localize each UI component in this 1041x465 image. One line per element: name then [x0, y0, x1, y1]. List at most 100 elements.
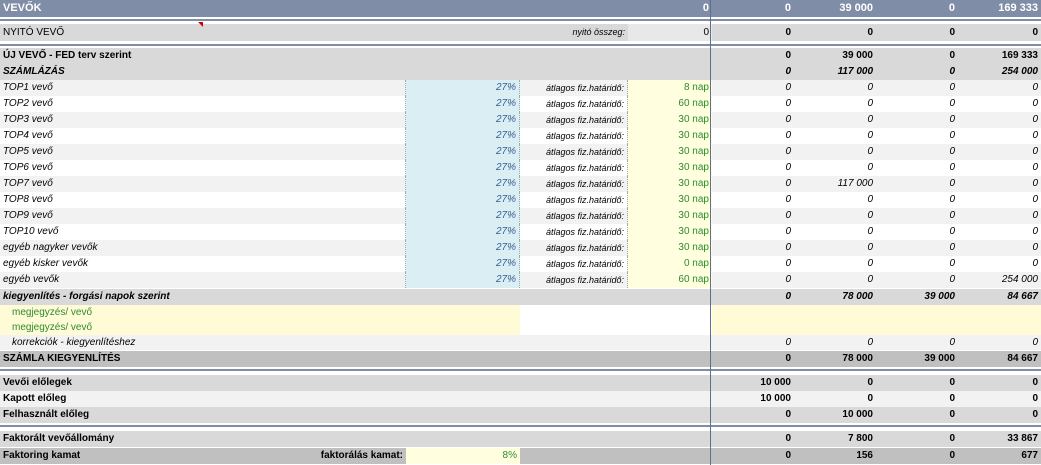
customer-pct-input[interactable]: 27% [406, 160, 520, 176]
customer-value[interactable]: 0 [712, 240, 794, 256]
szamlazas-value[interactable]: 0 [876, 64, 958, 80]
uj-vevo-value[interactable]: 0 [876, 48, 958, 64]
customer-pct-input[interactable]: 27% [406, 144, 520, 160]
customer-value[interactable]: 0 [794, 240, 876, 256]
header-value[interactable]: 0 [876, 0, 958, 17]
customer-value[interactable]: 0 [958, 240, 1041, 256]
customer-value[interactable]: 0 [712, 112, 794, 128]
kapott-eloleg-value[interactable]: 0 [876, 391, 958, 407]
customer-value[interactable]: 0 [794, 224, 876, 240]
term-input[interactable]: 60 nap [628, 96, 712, 112]
customer-value[interactable]: 0 [794, 112, 876, 128]
customer-pct-input[interactable]: 27% [406, 176, 520, 192]
customer-value[interactable]: 0 [876, 144, 958, 160]
customer-value[interactable]: 0 [712, 208, 794, 224]
customer-value[interactable]: 0 [712, 224, 794, 240]
note-fill[interactable] [712, 305, 1041, 320]
felhasznalt-value[interactable]: 0 [876, 407, 958, 423]
header-value[interactable]: 169 333 [958, 0, 1041, 17]
term-input[interactable]: 60 nap [628, 272, 712, 288]
customer-value[interactable]: 0 [958, 176, 1041, 192]
faktoralt-value[interactable]: 0 [712, 431, 794, 447]
szamla-kiegy-value[interactable]: 84 667 [958, 351, 1041, 367]
szamla-kiegy-value[interactable]: 0 [712, 351, 794, 367]
szamlazas-value[interactable]: 0 [712, 64, 794, 80]
nyito-value[interactable]: 0 [794, 24, 876, 41]
customer-value[interactable]: 0 [876, 192, 958, 208]
term-input[interactable]: 0 nap [628, 256, 712, 272]
customer-pct-input[interactable]: 27% [406, 224, 520, 240]
faktoralt-value[interactable]: 7 800 [794, 431, 876, 447]
korrekcio-value[interactable]: 0 [958, 335, 1041, 350]
customer-value[interactable]: 0 [958, 144, 1041, 160]
uj-vevo-value[interactable]: 169 333 [958, 48, 1041, 64]
szamla-kiegy-value[interactable]: 39 000 [876, 351, 958, 367]
customer-value[interactable]: 0 [876, 96, 958, 112]
vevoi-elolegek-value[interactable]: 0 [876, 375, 958, 391]
customer-value[interactable]: 0 [958, 96, 1041, 112]
customer-value[interactable]: 0 [958, 112, 1041, 128]
felhasznalt-value[interactable]: 0 [958, 407, 1041, 423]
nyito-value[interactable]: 0 [876, 24, 958, 41]
header-value[interactable]: 0 [712, 0, 794, 17]
customer-value[interactable]: 117 000 [794, 176, 876, 192]
header-value[interactable]: 39 000 [794, 0, 876, 17]
customer-value[interactable]: 0 [876, 208, 958, 224]
customer-value[interactable]: 0 [794, 96, 876, 112]
customer-value[interactable]: 0 [794, 208, 876, 224]
customer-pct-input[interactable]: 27% [406, 192, 520, 208]
nyito-input[interactable]: 0 [628, 24, 712, 41]
kapott-eloleg-value[interactable]: 10 000 [712, 391, 794, 407]
customer-pct-input[interactable]: 27% [406, 128, 520, 144]
customer-value[interactable]: 254 000 [958, 272, 1041, 288]
customer-pct-input[interactable]: 27% [406, 256, 520, 272]
felhasznalt-value[interactable]: 0 [712, 407, 794, 423]
kiegyenlites-value[interactable]: 84 667 [958, 289, 1041, 305]
customer-value[interactable]: 0 [712, 80, 794, 96]
customer-pct-input[interactable]: 27% [406, 240, 520, 256]
kiegyenlites-value[interactable]: 39 000 [876, 289, 958, 305]
kapott-eloleg-value[interactable]: 0 [794, 391, 876, 407]
customer-value[interactable]: 0 [876, 128, 958, 144]
customer-value[interactable]: 0 [958, 224, 1041, 240]
customer-value[interactable]: 0 [958, 128, 1041, 144]
customer-value[interactable]: 0 [712, 192, 794, 208]
customer-value[interactable]: 0 [712, 128, 794, 144]
szamlazas-value[interactable]: 117 000 [794, 64, 876, 80]
faktoring-rate-input[interactable]: 8% [406, 448, 520, 464]
kiegyenlites-value[interactable]: 0 [712, 289, 794, 305]
term-input[interactable]: 30 nap [628, 144, 712, 160]
customer-value[interactable]: 0 [794, 272, 876, 288]
customer-value[interactable]: 0 [794, 128, 876, 144]
customer-value[interactable]: 0 [712, 272, 794, 288]
customer-value[interactable]: 0 [712, 96, 794, 112]
nyito-value[interactable]: 0 [958, 24, 1041, 41]
kapott-eloleg-value[interactable]: 0 [958, 391, 1041, 407]
customer-value[interactable]: 0 [876, 112, 958, 128]
faktoring-value[interactable]: 0 [712, 448, 794, 464]
korrekcio-value[interactable]: 0 [794, 335, 876, 350]
customer-value[interactable]: 0 [712, 176, 794, 192]
customer-value[interactable]: 0 [958, 80, 1041, 96]
term-input[interactable]: 30 nap [628, 224, 712, 240]
customer-value[interactable]: 0 [794, 256, 876, 272]
szamlazas-value[interactable]: 254 000 [958, 64, 1041, 80]
nyito-value[interactable]: 0 [712, 24, 794, 41]
customer-value[interactable]: 0 [876, 240, 958, 256]
note-text[interactable]: megjegyzés/ vevő [0, 305, 520, 320]
customer-pct-input[interactable]: 27% [406, 80, 520, 96]
customer-pct-input[interactable]: 27% [406, 208, 520, 224]
customer-value[interactable]: 0 [876, 256, 958, 272]
faktoring-value[interactable]: 156 [794, 448, 876, 464]
faktoralt-value[interactable]: 0 [876, 431, 958, 447]
term-input[interactable]: 30 nap [628, 240, 712, 256]
customer-value[interactable]: 0 [794, 144, 876, 160]
customer-value[interactable]: 0 [794, 80, 876, 96]
customer-value[interactable]: 0 [712, 160, 794, 176]
customer-value[interactable]: 0 [958, 160, 1041, 176]
customer-value[interactable]: 0 [876, 176, 958, 192]
customer-pct-input[interactable]: 27% [406, 272, 520, 288]
customer-value[interactable]: 0 [794, 160, 876, 176]
customer-value[interactable]: 0 [876, 272, 958, 288]
customer-pct-input[interactable]: 27% [406, 96, 520, 112]
